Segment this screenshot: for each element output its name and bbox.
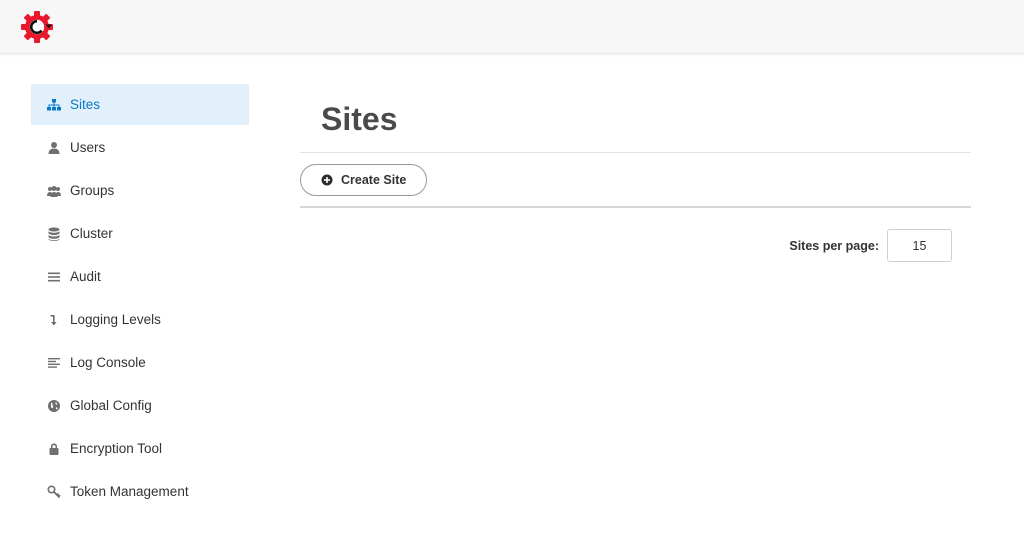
sites-per-page-label: Sites per page: [789, 238, 879, 253]
level-down-icon [46, 312, 61, 327]
sidebar-item-label: Users [70, 140, 106, 155]
sidebar-item-token-management[interactable]: Token Management [31, 471, 249, 512]
sidebar-item-label: Audit [70, 269, 101, 284]
globe-icon [46, 398, 61, 413]
sitemap-icon [46, 97, 61, 112]
lock-icon [46, 441, 61, 456]
toolbar: Create Site [300, 153, 971, 208]
main-content: Sites Create Site Sites per page: [300, 84, 971, 262]
sidebar-item-groups[interactable]: Groups [31, 170, 249, 211]
sidebar-item-log-console[interactable]: Log Console [31, 342, 249, 383]
sidebar-item-label: Global Config [70, 398, 152, 413]
user-icon [46, 140, 61, 155]
sidebar-item-label: Sites [70, 97, 101, 112]
sidebar-item-label: Cluster [70, 226, 113, 241]
sidebar-item-label: Token Management [70, 484, 189, 499]
sidebar-item-global-config[interactable]: Global Config [31, 385, 249, 426]
database-icon [46, 226, 61, 241]
create-site-label: Create Site [341, 172, 407, 187]
sidebar-item-label: Groups [70, 183, 115, 198]
plus-circle-icon [321, 174, 333, 186]
sidebar-item-encryption-tool[interactable]: Encryption Tool [31, 428, 249, 469]
align-left-icon [46, 355, 61, 370]
cog-c-logo-icon[interactable] [21, 10, 53, 44]
sites-per-page-input[interactable] [887, 229, 952, 262]
sidebar-nav: Sites Users Groups Cluster Audit Logging… [31, 84, 249, 514]
sidebar-item-logging-levels[interactable]: Logging Levels [31, 299, 249, 340]
top-bar [0, 0, 1024, 54]
sidebar-item-users[interactable]: Users [31, 127, 249, 168]
users-icon [46, 183, 61, 198]
key-icon [46, 484, 61, 499]
sidebar-item-label: Encryption Tool [70, 441, 163, 456]
sites-per-page: Sites per page: [789, 229, 952, 262]
create-site-button[interactable]: Create Site [300, 163, 428, 196]
bars-icon [46, 269, 61, 284]
page-title: Sites [300, 84, 971, 153]
sidebar-item-label: Log Console [70, 355, 146, 370]
sidebar-item-sites[interactable]: Sites [31, 84, 249, 125]
sidebar-item-label: Logging Levels [70, 312, 161, 327]
sidebar-item-cluster[interactable]: Cluster [31, 213, 249, 254]
sidebar-item-audit[interactable]: Audit [31, 256, 249, 297]
